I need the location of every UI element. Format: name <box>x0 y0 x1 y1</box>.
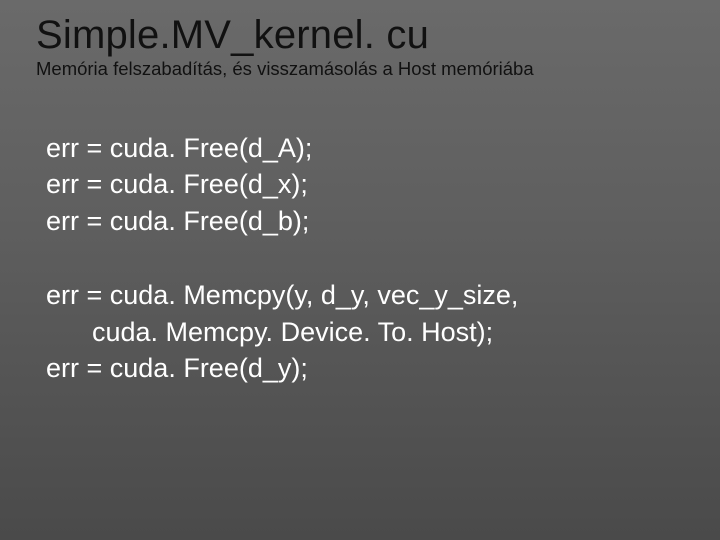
code-line: err = cuda. Free(d_A); <box>46 130 690 166</box>
code-line: err = cuda. Memcpy(y, d_y, vec_y_size, <box>46 277 690 313</box>
code-block: err = cuda. Free(d_A); err = cuda. Free(… <box>36 130 690 387</box>
slide-subtitle: Memória felszabadítás, és visszamásolás … <box>36 58 690 80</box>
slide-title: Simple.MV_kernel. cu <box>36 14 690 56</box>
blank-line <box>46 239 690 277</box>
code-line: err = cuda. Free(d_x); <box>46 166 690 202</box>
code-line: cuda. Memcpy. Device. To. Host); <box>46 314 690 350</box>
presentation-slide: Simple.MV_kernel. cu Memória felszabadít… <box>0 0 720 540</box>
code-line: err = cuda. Free(d_b); <box>46 203 690 239</box>
code-line: err = cuda. Free(d_y); <box>46 350 690 386</box>
